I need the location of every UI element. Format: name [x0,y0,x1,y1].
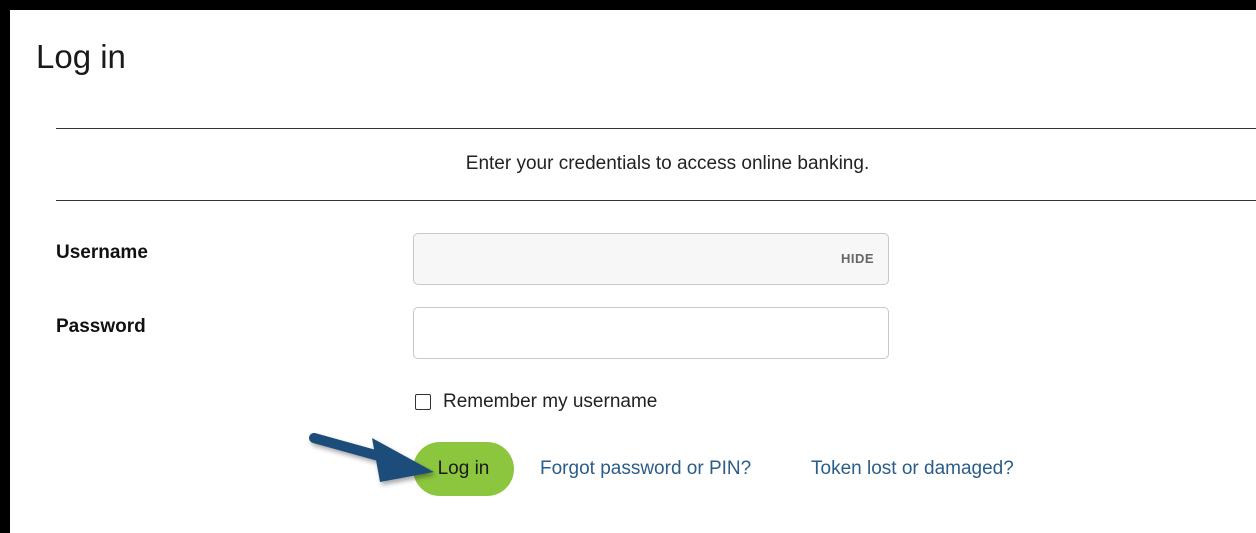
arrow-right-icon [309,433,434,482]
token-lost-link[interactable]: Token lost or damaged? [811,458,1014,480]
password-label: Password [56,316,146,337]
remember-username-label: Remember my username [443,391,658,412]
intro-text: Enter your credentials to access online … [465,153,870,174]
divider-top [56,128,1256,129]
password-input[interactable] [413,307,889,359]
login-panel: Log in Enter your credentials to access … [0,0,1256,533]
divider-bottom [56,200,1256,201]
username-label: Username [56,242,148,263]
hide-username-toggle[interactable]: HIDE [841,251,874,266]
forgot-password-link[interactable]: Forgot password or PIN? [540,458,751,480]
page-title: Log in [36,38,126,75]
username-input[interactable]: HIDE [413,233,889,285]
remember-username-option[interactable]: Remember my username [415,391,657,413]
remember-username-checkbox[interactable] [415,394,431,410]
